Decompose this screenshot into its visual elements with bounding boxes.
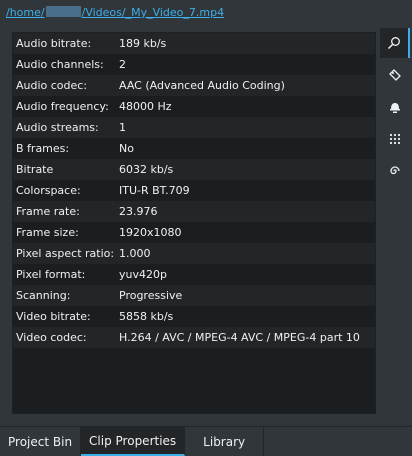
property-value: 2 [119, 58, 126, 71]
side-toolbar [380, 28, 412, 188]
tab-library[interactable]: Library [185, 427, 265, 456]
property-key: Audio channels: [16, 58, 104, 71]
table-row: Frame rate: 23.976 [13, 201, 375, 222]
property-key: Pixel format: [16, 268, 86, 281]
property-key: Pixel aspect ratio: [16, 247, 115, 260]
table-row: Audio codec: AAC (Advanced Audio Coding) [13, 75, 375, 96]
table-row: Scanning: Progressive [13, 285, 375, 306]
table-row: Frame size: 1920x1080 [13, 222, 375, 243]
table-row: Audio channels: 2 [13, 54, 375, 75]
table-row: Video bitrate: 5858 kb/s [13, 306, 375, 327]
table-row: B frames: No [13, 138, 375, 159]
redacted-username [45, 6, 81, 17]
property-key: Video codec: [16, 331, 87, 344]
tag-button[interactable] [380, 60, 410, 90]
property-key: Audio bitrate: [16, 37, 92, 50]
effects-button[interactable] [380, 156, 410, 186]
property-value: 23.976 [119, 205, 158, 218]
property-value: 189 kb/s [119, 37, 167, 50]
grid-button[interactable] [380, 124, 410, 154]
property-value: 1920x1080 [119, 226, 182, 239]
property-value: AAC (Advanced Audio Coding) [119, 79, 285, 92]
table-row: Pixel aspect ratio: 1.000 [13, 243, 375, 264]
property-value: yuv420p [119, 268, 167, 281]
tab-label: Project Bin [8, 434, 73, 449]
tag-icon [389, 69, 401, 81]
property-value: 1.000 [119, 247, 151, 260]
property-key: Frame size: [16, 226, 79, 239]
property-key: Audio frequency: [16, 100, 109, 113]
search-icon [387, 37, 400, 50]
table-row: Pixel format: yuv420p [13, 264, 375, 285]
search-button[interactable] [380, 28, 410, 58]
property-value: H.264 / AVC / MPEG-4 AVC / MPEG-4 part 1… [119, 331, 360, 344]
spiral-icon [390, 166, 400, 175]
property-value: 1 [119, 121, 126, 134]
tab-label: Clip Properties [89, 433, 177, 448]
dots-grid-icon [389, 133, 401, 145]
property-key: Bitrate [16, 163, 54, 176]
property-value: 6032 kb/s [119, 163, 174, 176]
table-row: Audio streams: 1 [13, 117, 375, 138]
tab-project-bin[interactable]: Project Bin [0, 427, 82, 456]
property-value: Progressive [119, 289, 183, 302]
property-key: B frames: [16, 142, 70, 155]
property-value: ITU-R BT.709 [119, 184, 190, 197]
property-key: Video bitrate: [16, 310, 91, 323]
bell-icon [390, 103, 400, 113]
table-row: Audio bitrate: 189 kb/s [13, 33, 375, 54]
property-key: Audio codec: [16, 79, 88, 92]
property-value: 48000 Hz [119, 100, 172, 113]
property-value: 5858 kb/s [119, 310, 174, 323]
property-key: Scanning: [16, 289, 71, 302]
table-row: Audio frequency: 48000 Hz [13, 96, 375, 117]
path-prefix: /home/ [6, 6, 45, 19]
table-row: Video codec: H.264 / AVC / MPEG-4 AVC / M… [13, 327, 375, 348]
notification-button[interactable] [380, 92, 410, 122]
bottom-tab-bar: Project Bin Clip Properties Library [0, 426, 412, 456]
property-value: No [119, 142, 134, 155]
property-key: Audio streams: [16, 121, 99, 134]
property-key: Frame rate: [16, 205, 80, 218]
clip-properties-table: Audio bitrate: 189 kb/s Audio channels: 2 … [12, 32, 376, 414]
table-row: Bitrate 6032 kb/s [13, 159, 375, 180]
tab-clip-properties[interactable]: Clip Properties [81, 427, 186, 456]
tab-label: Library [203, 434, 246, 449]
property-key: Colorspace: [16, 184, 81, 197]
table-row: Colorspace: ITU-R BT.709 [13, 180, 375, 201]
path-suffix: /Videos/_My_Video_7.mp4 [81, 6, 225, 19]
file-path-link[interactable]: /home/ /Videos/_My_Video_7.mp4 [6, 6, 224, 19]
